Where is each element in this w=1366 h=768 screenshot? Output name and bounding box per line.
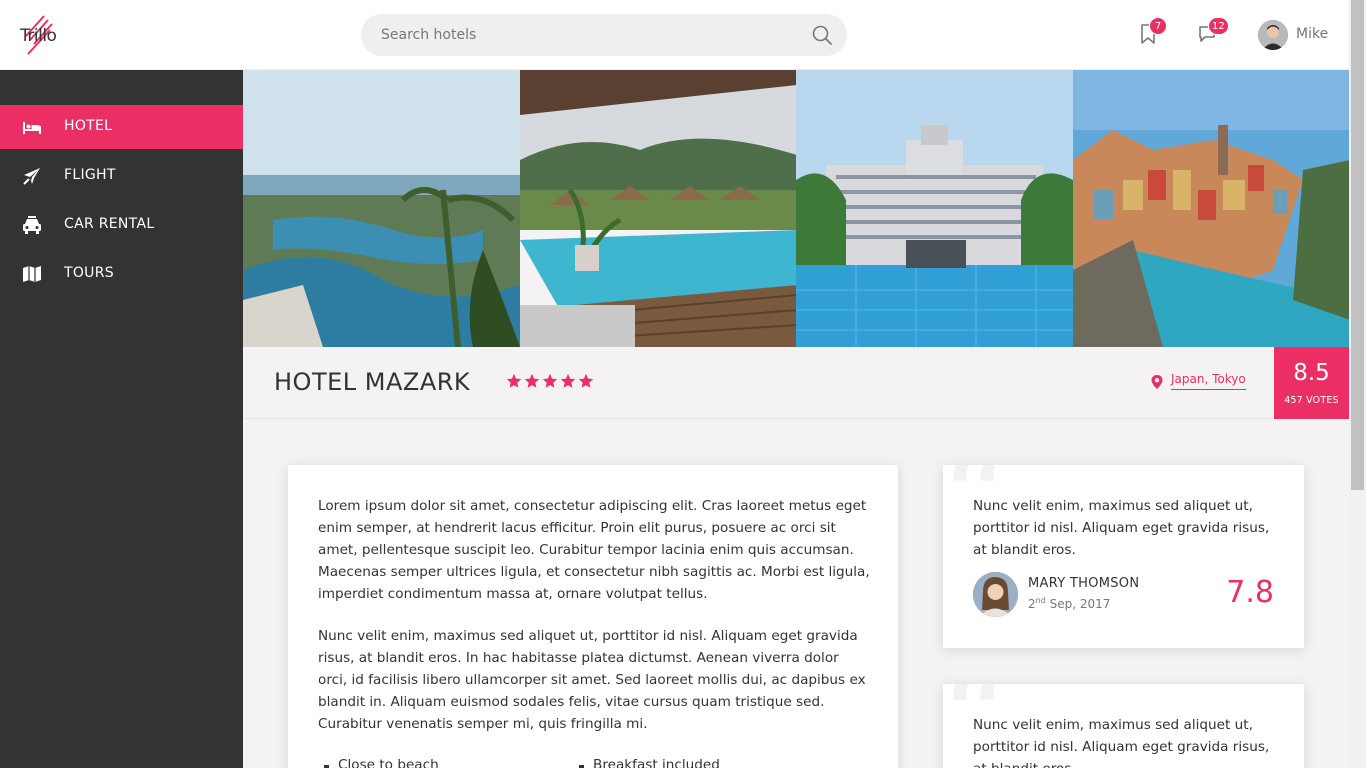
bookmarks-button[interactable]: 7: [1139, 17, 1167, 44]
car-icon: [23, 216, 41, 234]
top-header: Trillo 7 12 Mike: [0, 0, 1349, 70]
coastal-village-image: [1072, 70, 1349, 347]
reviewer-avatar: [973, 572, 1018, 617]
star-icon: [506, 373, 522, 388]
map-icon: [23, 266, 41, 282]
review-date-rest: Sep, 2017: [1045, 597, 1111, 611]
location-pin-icon: [1151, 375, 1163, 389]
gallery-photo[interactable]: [519, 70, 796, 347]
airplane-icon: [23, 168, 40, 185]
location-link[interactable]: Japan, Tokyo: [1171, 372, 1246, 390]
reviewer-name: MARY THOMSON: [1028, 576, 1140, 591]
review-rating: 7.8: [1226, 575, 1274, 610]
gallery-photo[interactable]: [796, 70, 1073, 347]
sidebar-item-hotel[interactable]: HOTEL: [0, 105, 243, 149]
star-icon: [578, 373, 594, 388]
review-date-suffix: nd: [1035, 596, 1046, 605]
star-rating: [506, 373, 594, 389]
user-name: Mike: [1296, 26, 1329, 42]
review-date: 2nd Sep, 2017: [1028, 596, 1110, 611]
logo[interactable]: Trillo: [20, 14, 80, 56]
sidebar-item-car-rental[interactable]: CAR RENTAL: [0, 203, 243, 247]
rating-count: 457 VOTES: [1284, 395, 1339, 406]
sidebar-item-label: TOURS: [64, 265, 114, 281]
sidebar: HOTEL FLIGHT CAR RENTAL TOURS: [0, 70, 243, 768]
grand-hotel-pool-image: [796, 70, 1073, 347]
search-bar: [361, 14, 847, 56]
resort-pool-palms-image: [243, 70, 520, 347]
review-text: Nunc velit enim, maximus sed aliquet ut,…: [973, 717, 1270, 768]
bed-icon: [23, 122, 41, 134]
user-avatar-icon: [1258, 20, 1288, 50]
reviewer-photo-icon: [973, 572, 1018, 617]
sidebar-item-label: CAR RENTAL: [64, 216, 155, 232]
gallery-photo[interactable]: [1072, 70, 1349, 347]
hotel-overview: HOTEL MAZARK Japan, Tokyo 8.5 457 VOTES: [243, 347, 1349, 419]
review-card: “ Nunc velit enim, maximus sed aliquet u…: [943, 465, 1304, 648]
avatar[interactable]: [1258, 20, 1288, 50]
scrollbar-thumb[interactable]: [1351, 0, 1364, 490]
page-scrollbar[interactable]: [1349, 0, 1366, 768]
review-date-day: 2: [1028, 597, 1036, 611]
feature-item: Breakfast included: [579, 757, 720, 768]
review-text: Nunc velit enim, maximus sed aliquet ut,…: [973, 498, 1270, 558]
feature-item: Close to beach: [324, 757, 439, 768]
hotel-gallery: [243, 70, 1349, 347]
sidebar-item-label: FLIGHT: [64, 167, 116, 183]
gallery-photo[interactable]: [243, 70, 520, 347]
jungle-pool-image: [519, 70, 796, 347]
review-card: “ Nunc velit enim, maximus sed aliquet u…: [943, 684, 1304, 768]
rating-box: 8.5 457 VOTES: [1274, 347, 1349, 419]
sidebar-item-label: HOTEL: [64, 118, 113, 134]
star-icon: [524, 373, 540, 388]
description-card: Lorem ipsum dolor sit amet, consectetur …: [288, 465, 898, 768]
description-paragraph: Lorem ipsum dolor sit amet, consectetur …: [318, 498, 870, 602]
star-icon: [542, 373, 558, 388]
rating-average: 8.5: [1293, 360, 1330, 386]
hotel-name: HOTEL MAZARK: [274, 368, 471, 396]
messages-button[interactable]: 12: [1198, 17, 1229, 44]
logo-text: Trillo: [20, 26, 57, 46]
notification-badge: 12: [1208, 17, 1229, 35]
search-icon[interactable]: [811, 24, 833, 46]
star-icon: [560, 373, 576, 388]
notification-badge: 7: [1149, 17, 1167, 35]
description-paragraph: Nunc velit enim, maximus sed aliquet ut,…: [318, 628, 866, 732]
sidebar-item-tours[interactable]: TOURS: [0, 252, 243, 296]
sidebar-item-flight[interactable]: FLIGHT: [0, 154, 243, 198]
search-input[interactable]: [381, 14, 801, 56]
